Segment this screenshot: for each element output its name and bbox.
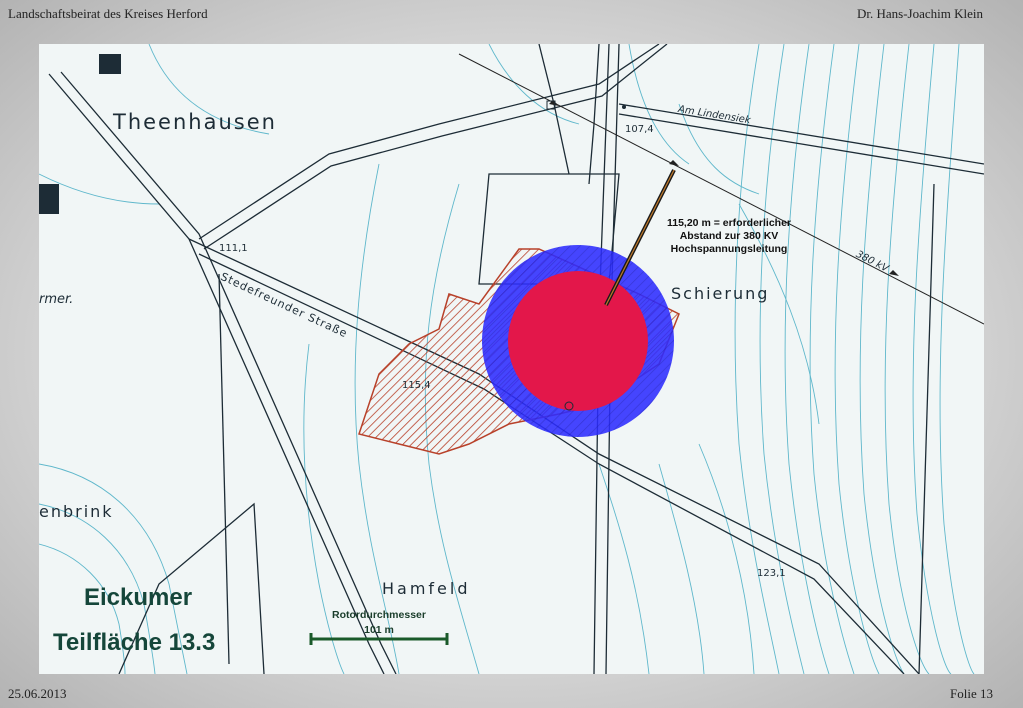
- title-line2: Teilfläche 13.3: [53, 629, 216, 656]
- place-rmer: rmer.: [39, 292, 74, 307]
- scale-label: Rotordurchmesser: [332, 609, 426, 621]
- footer-date: 25.06.2013: [8, 686, 67, 701]
- title-line1: Eickumer: [84, 584, 193, 611]
- footer-slide-number: Folie 13: [950, 686, 993, 701]
- distance-annotation: 115,20 m = erforderlicher Abstand zur 38…: [639, 217, 819, 256]
- place-hamfeld: Hamfeld: [382, 579, 471, 598]
- place-theenhausen: Theenhausen: [113, 110, 277, 134]
- place-enbrink: enbrink: [39, 502, 114, 521]
- elevation-111-1: 111,1: [219, 243, 248, 254]
- scale-value: 101 m: [364, 624, 394, 636]
- rotor-circle: [508, 271, 648, 411]
- distance-annotation-line3: Hochspannungsleitung: [670, 243, 788, 255]
- elevation-123-1: 123,1: [757, 568, 786, 579]
- header-left-text: Landschaftsbeirat des Kreises Herford: [8, 6, 208, 21]
- elevation-115-4: 115,4: [402, 380, 431, 391]
- distance-annotation-line1: 115,20 m = erforderlicher: [666, 217, 792, 229]
- topographic-map: Theenhausen Schierung Hamfeld enbrink rm…: [39, 44, 984, 674]
- map-graphics: [39, 44, 984, 674]
- header-right-text: Dr. Hans-Joachim Klein: [856, 6, 983, 21]
- elevation-107-4: 107,4: [625, 124, 654, 135]
- distance-annotation-line2: Abstand zur 380 KV: [679, 230, 779, 242]
- place-schierung: Schierung: [671, 284, 770, 303]
